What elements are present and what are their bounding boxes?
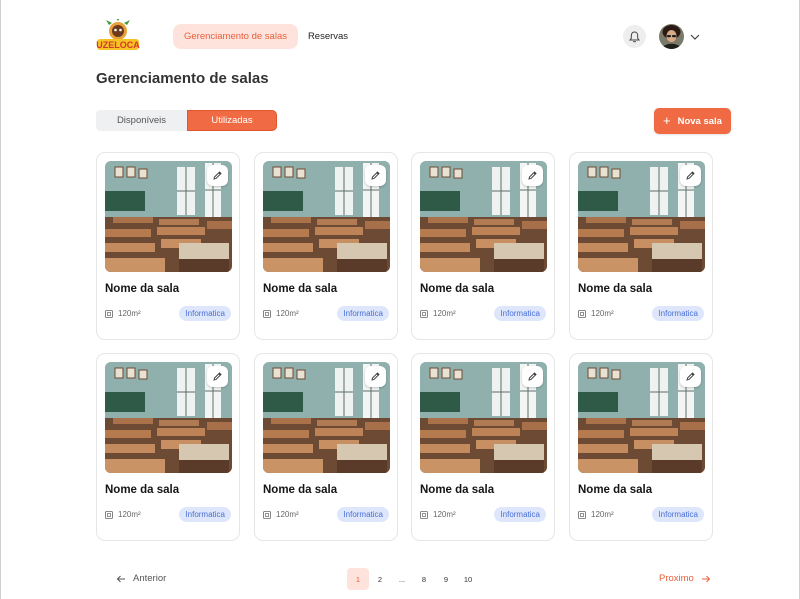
brand-logo[interactable]: UZELOCA: [96, 18, 140, 53]
room-name: Nome da sala: [578, 484, 653, 496]
room-photo: [105, 362, 232, 473]
room-photo: [420, 161, 547, 272]
room-photo: [578, 362, 705, 473]
edit-room-button[interactable]: [207, 165, 228, 186]
new-room-button[interactable]: + Nova sala: [654, 108, 731, 134]
room-name: Nome da sala: [263, 484, 338, 496]
tab-disponiveis[interactable]: Disponíveis: [96, 110, 187, 131]
area-icon: [105, 510, 113, 519]
room-category-badge: Informatica: [494, 306, 546, 321]
room-photo: [420, 362, 547, 473]
room-area: 120m²: [578, 309, 614, 318]
edit-room-button[interactable]: [522, 165, 543, 186]
page-button[interactable]: 9: [435, 568, 457, 590]
room-card[interactable]: Nome da sala 120m² Informatica: [411, 353, 555, 541]
pagination-previous-label: Anterior: [133, 573, 167, 584]
plus-icon: +: [663, 113, 671, 128]
room-category-badge: Informatica: [652, 507, 704, 522]
room-name: Nome da sala: [105, 484, 180, 496]
page-button[interactable]: 8: [413, 568, 435, 590]
area-icon: [263, 309, 271, 318]
room-name: Nome da sala: [578, 283, 653, 295]
pencil-icon: [528, 171, 537, 180]
pencil-icon: [686, 171, 695, 180]
room-name: Nome da sala: [263, 283, 338, 295]
area-icon: [420, 309, 428, 318]
new-room-label: Nova sala: [677, 115, 722, 127]
room-area-value: 120m²: [276, 309, 299, 318]
tab-utilizadas[interactable]: Utilizadas: [187, 110, 277, 131]
room-area: 120m²: [420, 309, 456, 318]
room-category-badge: Informatica: [179, 507, 231, 522]
room-card[interactable]: Nome da sala 120m² Informatica: [411, 152, 555, 340]
room-area: 120m²: [578, 510, 614, 519]
page-button: ...: [398, 574, 406, 584]
room-area-value: 120m²: [433, 510, 456, 519]
page-button[interactable]: 10: [457, 568, 479, 590]
room-card[interactable]: Nome da sala 120m² Informatica: [569, 152, 713, 340]
area-icon: [420, 510, 428, 519]
pencil-icon: [528, 372, 537, 381]
room-card[interactable]: Nome da sala 120m² Informatica: [254, 353, 398, 541]
bell-icon: [629, 30, 640, 42]
room-area-value: 120m²: [591, 510, 614, 519]
room-area: 120m²: [420, 510, 456, 519]
pagination-pages: 1 2... 8 9 10: [347, 568, 479, 590]
room-category-badge: Informatica: [337, 306, 389, 321]
room-area-value: 120m²: [591, 309, 614, 318]
user-avatar[interactable]: [659, 24, 684, 49]
room-category-badge: Informatica: [179, 306, 231, 321]
arrow-left-icon: [116, 575, 125, 582]
room-area-value: 120m²: [118, 510, 141, 519]
room-photo: [263, 161, 390, 272]
area-icon: [105, 309, 113, 318]
room-area: 120m²: [105, 309, 141, 318]
pencil-icon: [686, 372, 695, 381]
logo-text: UZELOCA: [96, 40, 140, 50]
edit-room-button[interactable]: [680, 366, 701, 387]
area-icon: [263, 510, 271, 519]
room-category-badge: Informatica: [494, 507, 546, 522]
room-photo: [263, 362, 390, 473]
nav-reservas[interactable]: Reservas: [300, 24, 356, 49]
edit-room-button[interactable]: [365, 366, 386, 387]
edit-room-button[interactable]: [365, 165, 386, 186]
room-photo: [578, 161, 705, 272]
room-name: Nome da sala: [420, 283, 495, 295]
room-card[interactable]: Nome da sala 120m² Informatica: [254, 152, 398, 340]
pagination-previous[interactable]: Anterior: [116, 573, 166, 584]
room-area-value: 120m²: [433, 309, 456, 318]
nav-gerenciamento-de-salas[interactable]: Gerenciamento de salas: [173, 24, 298, 49]
pencil-icon: [371, 171, 380, 180]
room-photo: [105, 161, 232, 272]
area-icon: [578, 309, 586, 318]
pencil-icon: [213, 372, 222, 381]
room-area-value: 120m²: [118, 309, 141, 318]
room-area-value: 120m²: [276, 510, 299, 519]
edit-room-button[interactable]: [207, 366, 228, 387]
area-icon: [578, 510, 586, 519]
page-button[interactable]: 2: [369, 568, 391, 590]
edit-room-button[interactable]: [680, 165, 701, 186]
pagination-next[interactable]: Proximo: [659, 573, 711, 584]
pencil-icon: [213, 171, 222, 180]
room-area: 120m²: [105, 510, 141, 519]
edit-room-button[interactable]: [522, 366, 543, 387]
notification-button[interactable]: [623, 25, 646, 48]
pencil-icon: [371, 372, 380, 381]
room-area: 120m²: [263, 309, 299, 318]
room-card[interactable]: Nome da sala 120m² Informatica: [569, 353, 713, 541]
pagination-next-label: Proximo: [659, 573, 694, 584]
room-name: Nome da sala: [105, 283, 180, 295]
room-area: 120m²: [263, 510, 299, 519]
room-card[interactable]: Nome da sala 120m² Informatica: [96, 152, 240, 340]
room-category-badge: Informatica: [652, 306, 704, 321]
arrow-right-icon: [701, 575, 711, 582]
room-name: Nome da sala: [420, 484, 495, 496]
room-category-badge: Informatica: [337, 507, 389, 522]
chevron-down-icon[interactable]: [689, 30, 701, 42]
page-title: Gerenciamento de salas: [96, 70, 269, 87]
room-card[interactable]: Nome da sala 120m² Informatica: [96, 353, 240, 541]
page-button[interactable]: 1: [347, 568, 369, 590]
